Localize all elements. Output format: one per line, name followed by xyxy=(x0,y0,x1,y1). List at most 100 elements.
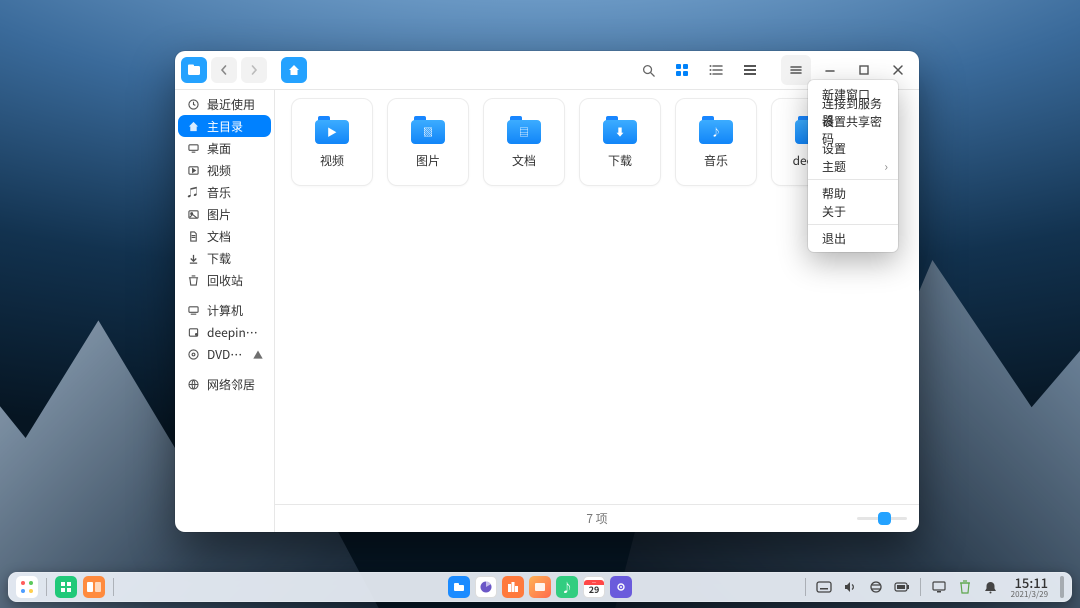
search-button[interactable] xyxy=(633,55,663,85)
desktop-icon xyxy=(186,141,200,155)
sidebar-item-clock[interactable]: 最近使用 xyxy=(178,93,271,115)
menu-item[interactable]: 主题 xyxy=(808,157,898,175)
folder-tile[interactable]: ♪音乐 xyxy=(675,98,757,186)
menu-separator xyxy=(808,224,898,225)
sidebar-item-label: 音乐 xyxy=(207,184,263,201)
download-icon xyxy=(186,251,200,265)
dock-pinned-apps: ♪ —29 xyxy=(448,576,632,598)
view-list-button[interactable] xyxy=(701,55,731,85)
sidebar-item-video[interactable]: 视频 xyxy=(178,159,271,181)
dock-browser[interactable] xyxy=(475,576,497,598)
trash-icon xyxy=(186,273,200,287)
view-grid-button[interactable] xyxy=(667,55,697,85)
home-button[interactable] xyxy=(281,57,307,83)
sidebar-item-home[interactable]: 主目录 xyxy=(178,115,271,137)
clock-icon xyxy=(186,97,200,111)
sidebar-item-label: 最近使用 xyxy=(207,96,263,113)
sidebar-item-computer[interactable]: 计算机 xyxy=(178,299,271,321)
dock-separator xyxy=(805,578,806,596)
sidebar-item-download[interactable]: 下载 xyxy=(178,247,271,269)
menu-separator xyxy=(808,179,898,180)
dock-store[interactable] xyxy=(502,576,524,598)
folder-icon: ▧ xyxy=(411,116,445,144)
tray-desktop-icon[interactable] xyxy=(929,577,949,597)
sidebar-item-label: DVD-ROM 驱… xyxy=(207,346,246,363)
back-button[interactable] xyxy=(211,57,237,83)
sidebar-item-doc[interactable]: 文档 xyxy=(178,225,271,247)
disk-icon xyxy=(186,325,200,339)
menu-item[interactable]: 关于 xyxy=(808,202,898,220)
menu-item-label: 退出 xyxy=(822,230,846,247)
menu-item-label: 主题 xyxy=(822,158,846,175)
folder-label: 下载 xyxy=(608,152,632,169)
folder-icon: ⬇ xyxy=(603,116,637,144)
launcher-icon[interactable] xyxy=(16,576,38,598)
zoom-slider-handle[interactable] xyxy=(878,512,891,525)
menu-item[interactable]: 设置共享密码 xyxy=(808,121,898,139)
sidebar-item-trash[interactable]: 回收站 xyxy=(178,269,271,291)
disc-icon xyxy=(186,347,200,361)
dock-calendar[interactable]: —29 xyxy=(583,576,605,598)
folder-label: 文档 xyxy=(512,152,536,169)
menu-item-label: 设置 xyxy=(822,140,846,157)
menu-item[interactable]: 设置 xyxy=(808,139,898,157)
sidebar-item-label: 网络邻居 xyxy=(207,376,263,393)
clock[interactable]: 15:11 2021/3/29 xyxy=(1011,576,1048,599)
sidebar-item-label: 下载 xyxy=(207,250,263,267)
dock: ♪ —29 15:11 2021/3/29 xyxy=(8,572,1072,602)
music-icon: ♫ xyxy=(186,185,200,199)
folder-tile[interactable]: ▶ 视频 xyxy=(291,98,373,186)
folder-tile[interactable]: ▤ 文档 xyxy=(483,98,565,186)
folder-icon: ▤ xyxy=(507,116,541,144)
sidebar-item-globe[interactable]: 网络邻居 xyxy=(178,373,271,395)
sidebar-item-disc[interactable]: DVD-ROM 驱… ▲ xyxy=(178,343,271,365)
video-icon xyxy=(186,163,200,177)
dock-settings[interactable] xyxy=(610,576,632,598)
forward-button[interactable] xyxy=(241,57,267,83)
folder-tile[interactable]: ▧ 图片 xyxy=(387,98,469,186)
dock-resize-handle[interactable] xyxy=(1060,576,1064,598)
picture-icon xyxy=(186,207,200,221)
sidebar-item-label: deepin20.2 xyxy=(207,324,263,341)
home-icon xyxy=(186,119,200,133)
menu-item[interactable]: 退出 xyxy=(808,229,898,247)
hamburger-menu-button[interactable] xyxy=(781,55,811,85)
sidebar-item-label: 主目录 xyxy=(207,118,263,135)
dock-music[interactable]: ♪ xyxy=(556,576,578,598)
sidebar-item-label: 回收站 xyxy=(207,272,263,289)
sidebar-item-label: 图片 xyxy=(207,206,263,223)
eject-icon[interactable]: ▲ xyxy=(253,347,263,362)
dock-separator xyxy=(113,578,114,596)
folder-label: 图片 xyxy=(416,152,440,169)
sidebar-item-music[interactable]: ♫ 音乐 xyxy=(178,181,271,203)
folder-tile[interactable]: ⬇ 下载 xyxy=(579,98,661,186)
folder-icon: ▶ xyxy=(315,116,349,144)
globe-icon xyxy=(186,377,200,391)
clock-date: 2021/3/29 xyxy=(1011,591,1048,599)
menu-item[interactable]: 帮助 xyxy=(808,184,898,202)
dock-image-viewer[interactable] xyxy=(529,576,551,598)
sidebar: 最近使用主目录桌面视频 ♫ 音乐图片文档下载回收站计算机 deepin20.2 DVD-… xyxy=(175,90,275,532)
menu-item-label: 帮助 xyxy=(822,185,846,202)
folder-label: 视频 xyxy=(320,152,344,169)
sidebar-item-label: 视频 xyxy=(207,162,263,179)
dock-separator xyxy=(46,578,47,596)
tray-keyboard-icon[interactable] xyxy=(814,577,834,597)
sidebar-item-picture[interactable]: 图片 xyxy=(178,203,271,225)
tray-notification-icon[interactable] xyxy=(981,577,1001,597)
tray-network-icon[interactable] xyxy=(866,577,886,597)
sidebar-item-disk[interactable]: deepin20.2 xyxy=(178,321,271,343)
tray-trash-icon[interactable] xyxy=(955,577,975,597)
dock-app-workspace[interactable] xyxy=(83,576,105,598)
tray-battery-icon[interactable] xyxy=(892,577,912,597)
status-bar: 7 项 xyxy=(275,504,919,532)
dock-app-multitask[interactable] xyxy=(55,576,77,598)
desktop: 最近使用主目录桌面视频♫音乐图片文档下载回收站计算机deepin20.2DVD-… xyxy=(0,0,1080,608)
sidebar-item-label: 计算机 xyxy=(207,302,263,319)
dock-separator xyxy=(920,578,921,596)
sidebar-item-desktop[interactable]: 桌面 xyxy=(178,137,271,159)
view-detail-button[interactable] xyxy=(735,55,765,85)
dock-file-manager[interactable] xyxy=(448,576,470,598)
tray-volume-icon[interactable] xyxy=(840,577,860,597)
folder-label: 音乐 xyxy=(704,152,728,169)
